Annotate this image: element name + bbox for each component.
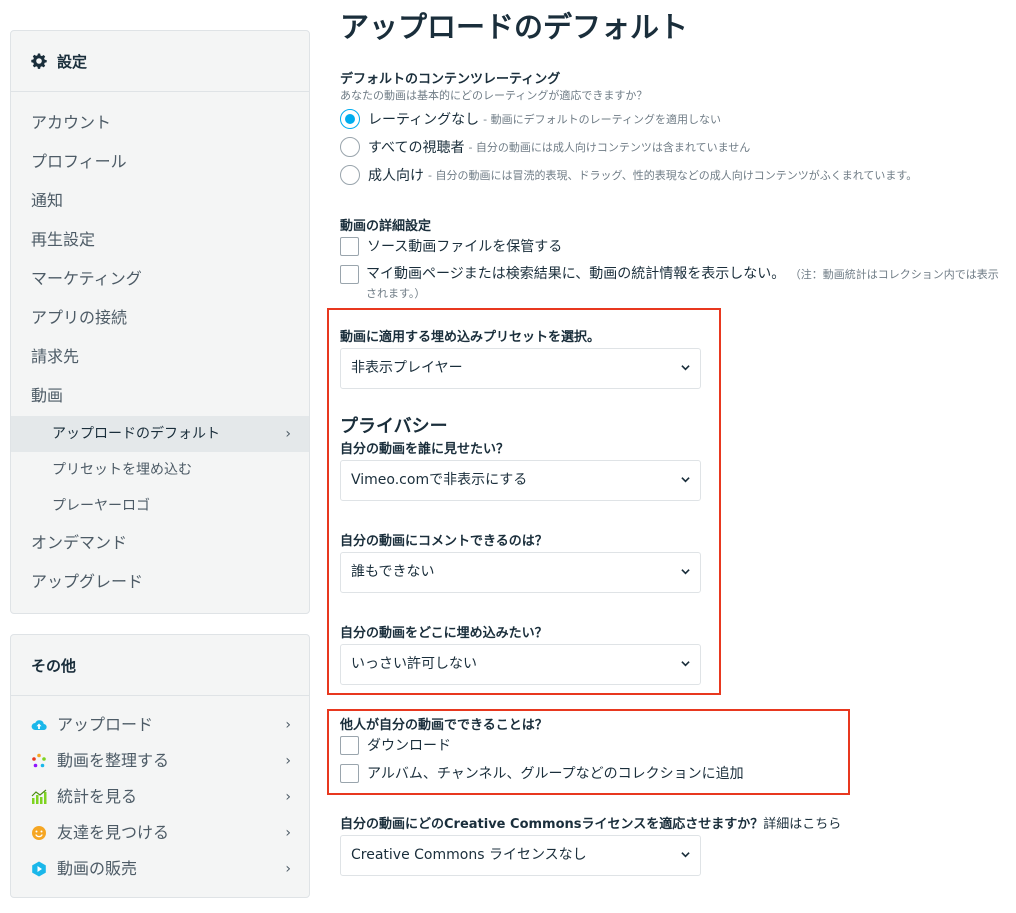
sidebar-item-connected-apps[interactable]: アプリの接続 [11, 300, 309, 336]
radio-button[interactable] [340, 165, 360, 185]
privacy-title: プライバシー [340, 416, 448, 437]
sidebar-item-embed-presets[interactable]: プリセットを埋め込む [11, 452, 309, 488]
sidebar-item-notifications[interactable]: 通知 [11, 183, 309, 219]
chevron-down-icon [681, 661, 690, 667]
chevron-right-icon: › [285, 753, 291, 769]
chevron-right-icon: › [285, 717, 291, 733]
rating-option-desc: - 自分の動画には冒涜的表現、ドラッグ、性的表現などの成人向けコンテンツがふくま… [428, 169, 918, 182]
embed-preset-value: 非表示プレイヤー [351, 360, 463, 376]
rating-option-label: すべての視聴者 [368, 140, 465, 156]
who-view-label: 自分の動画を誰に見せたい？ [340, 442, 510, 457]
keep-source-label: ソース動画ファイルを保管する [367, 239, 563, 255]
stats-icon [31, 789, 47, 804]
other-item-label: 動画の販売 [57, 859, 138, 878]
cc-license-select[interactable]: Creative Commons ライセンスなし [340, 835, 701, 876]
embed-preset-select[interactable]: 非表示プレイヤー [340, 348, 701, 389]
sidebar-item-label: アップロードのデフォルト [52, 426, 220, 442]
other-panel: その他 アップロード › 動画を整理する › 統計を見る › 友達を見つける ›… [10, 634, 310, 898]
other-header: その他 [11, 635, 309, 696]
hide-stats-option[interactable] [340, 265, 367, 284]
other-item-sell[interactable]: 動画の販売 › [11, 852, 309, 886]
who-comment-label: 自分の動画にコメントできるのは？ [340, 534, 548, 549]
other-item-label: 友達を見つける [57, 823, 170, 842]
other-item-label: アップロード [57, 715, 154, 734]
checkbox[interactable] [340, 236, 359, 256]
sidebar-item-billing[interactable]: 請求先 [11, 339, 309, 375]
sidebar-item-upload-defaults[interactable]: アップロードのデフォルト › [11, 416, 309, 452]
sidebar-item-marketing[interactable]: マーケティング [11, 261, 309, 297]
sidebar-item-account[interactable]: アカウント [11, 105, 309, 141]
chevron-down-icon [681, 477, 690, 483]
rating-option-mature[interactable]: 成人向け - 自分の動画には冒涜的表現、ドラッグ、性的表現などの成人向けコンテン… [340, 165, 917, 185]
rating-option-none[interactable]: レーティングなし - 動画にデフォルトのレーティングを適用しない [340, 109, 721, 129]
other-title: その他 [31, 656, 77, 675]
rating-option-label: 成人向け [368, 168, 424, 184]
where-embed-label: 自分の動画をどこに埋め込みたい？ [340, 626, 548, 641]
page-title: アップロードのデフォルト [340, 10, 689, 44]
organize-icon [32, 753, 46, 768]
cc-license-value: Creative Commons ライセンスなし [351, 847, 587, 863]
hide-stats-text: マイ動画ページまたは検索結果に、動画の統計情報を表示しない。 （注：動画統計はコ… [366, 265, 1006, 303]
cc-label: 自分の動画にどのCreative Commonsライセンスを適応させますか？ [340, 817, 764, 832]
chevron-down-icon [681, 852, 690, 858]
other-item-upload[interactable]: アップロード › [11, 708, 309, 742]
embed-preset-label: 動画に適用する埋め込みプリセットを選択。 [340, 330, 601, 345]
learn-more-link[interactable]: 詳細はこちら [763, 817, 841, 832]
settings-panel: 設定 アカウント プロフィール 通知 再生設定 マーケティング アプリの接続 請… [10, 30, 310, 614]
rating-option-all-audiences[interactable]: すべての視聴者 - 自分の動画には成人向けコンテンツは含まれていません [340, 137, 750, 157]
who-comment-value: 誰もできない [351, 564, 435, 580]
rating-option-label: レーティングなし [368, 112, 480, 128]
checkbox[interactable] [340, 735, 359, 755]
hide-stats-label: マイ動画ページまたは検索結果に、動画の統計情報を表示しない。 [366, 266, 786, 282]
sidebar-item-profile[interactable]: プロフィール [11, 144, 309, 180]
checkbox[interactable] [340, 265, 359, 284]
download-option[interactable]: ダウンロード [340, 735, 451, 755]
keep-source-option[interactable]: ソース動画ファイルを保管する [340, 236, 562, 256]
who-view-select[interactable]: Vimeo.comで非表示にする [340, 460, 701, 501]
sidebar-item-player-logo[interactable]: プレーヤーロゴ [11, 488, 309, 524]
add-collections-label: アルバム、チャンネル、グループなどのコレクションに追加 [367, 766, 744, 782]
where-embed-value: いっさい許可しない [351, 656, 477, 672]
cloud-upload-icon [31, 720, 47, 731]
other-item-find-friends[interactable]: 友達を見つける › [11, 816, 309, 850]
others-can-label: 他人が自分の動画でできることは？ [340, 718, 548, 733]
download-label: ダウンロード [367, 738, 451, 754]
sell-icon [32, 861, 46, 877]
details-label: 動画の詳細設定 [340, 219, 432, 234]
who-comment-select[interactable]: 誰もできない [340, 552, 701, 593]
sidebar-item-on-demand[interactable]: オンデマンド [11, 525, 309, 561]
sidebar-item-playback[interactable]: 再生設定 [11, 222, 309, 258]
chevron-right-icon: › [285, 861, 291, 877]
chevron-down-icon [681, 365, 690, 371]
rating-option-desc: - 自分の動画には成人向けコンテンツは含まれていません [468, 141, 751, 154]
chevron-right-icon: › [285, 789, 291, 805]
other-item-label: 統計を見る [57, 787, 138, 806]
sidebar-item-videos[interactable]: 動画 [11, 378, 309, 414]
checkbox[interactable] [340, 763, 359, 783]
rating-option-desc: - 動画にデフォルトのレーティングを適用しない [483, 113, 721, 126]
gear-icon [31, 53, 47, 69]
smiley-icon [32, 826, 46, 840]
cc-label-row: 自分の動画にどのCreative Commonsライセンスを適応させますか？詳細… [340, 813, 841, 832]
chevron-right-icon: › [285, 825, 291, 841]
radio-button[interactable] [340, 137, 360, 157]
other-item-stats[interactable]: 統計を見る › [11, 780, 309, 814]
rating-hint: あなたの動画は基本的にどのレーティングが適応できますか？ [340, 89, 648, 102]
chevron-down-icon [681, 569, 690, 575]
other-item-label: 動画を整理する [57, 751, 170, 770]
add-collections-option[interactable]: アルバム、チャンネル、グループなどのコレクションに追加 [340, 763, 744, 783]
settings-header: 設定 [11, 31, 309, 92]
rating-label: デフォルトのコンテンツレーティング [340, 72, 561, 87]
chevron-right-icon: › [285, 426, 291, 442]
other-item-organize[interactable]: 動画を整理する › [11, 744, 309, 778]
who-view-value: Vimeo.comで非表示にする [351, 472, 528, 488]
sidebar-item-upgrade[interactable]: アップグレード [11, 564, 309, 600]
where-embed-select[interactable]: いっさい許可しない [340, 644, 701, 685]
settings-title: 設定 [57, 52, 88, 71]
radio-button[interactable] [340, 109, 360, 129]
